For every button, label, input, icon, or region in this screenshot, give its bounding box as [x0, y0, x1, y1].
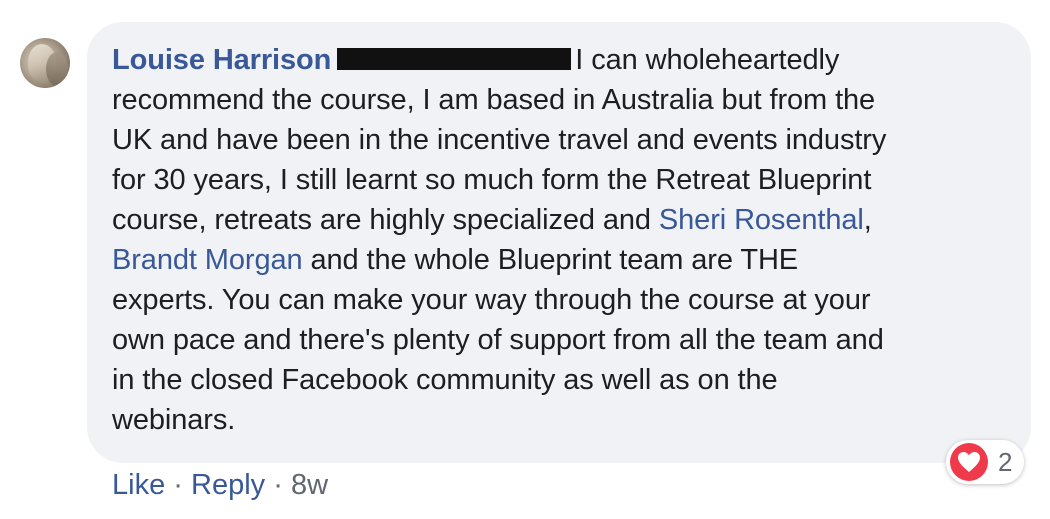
avatar[interactable]	[20, 38, 70, 88]
comment-line: course, retreats are highly specialized …	[112, 204, 872, 236]
reaction-count: 2	[998, 446, 1013, 477]
separator: ·	[273, 469, 283, 501]
comment-line: webinars.	[112, 404, 236, 436]
like-button[interactable]: Like	[112, 469, 165, 501]
comment-line: experts. You can make your way through t…	[112, 284, 871, 316]
comment-line: Louise Harrison I can wholeheartedly	[112, 44, 840, 76]
comment-line: UK and have been in the incentive travel…	[112, 124, 887, 156]
timestamp[interactable]: 8w	[291, 469, 328, 501]
redacted-mention	[337, 48, 572, 70]
comment-line: for 30 years, I still learnt so much for…	[112, 164, 872, 196]
heart-icon	[950, 443, 988, 481]
separator: ·	[173, 469, 183, 501]
reactions-summary[interactable]: 2	[946, 440, 1025, 484]
comment-body: Louise Harrison I can wholeheartedly reco…	[112, 40, 1012, 440]
mention-brandt-morgan[interactable]: Brandt Morgan	[112, 244, 303, 276]
comment-actions: Like · Reply · 8w	[112, 465, 328, 505]
reply-button[interactable]: Reply	[191, 469, 265, 501]
author-name[interactable]: Louise Harrison	[112, 44, 331, 76]
comment-line: own pace and there's plenty of support f…	[112, 324, 884, 356]
mention-sheri-rosenthal[interactable]: Sheri Rosenthal	[659, 204, 864, 236]
comment-line: in the closed Facebook community as well…	[112, 364, 778, 396]
comment-line: recommend the course, I am based in Aust…	[112, 84, 876, 116]
avatar-photo-part	[46, 52, 68, 86]
comment-line: Brandt Morgan and the whole Blueprint te…	[112, 244, 799, 276]
